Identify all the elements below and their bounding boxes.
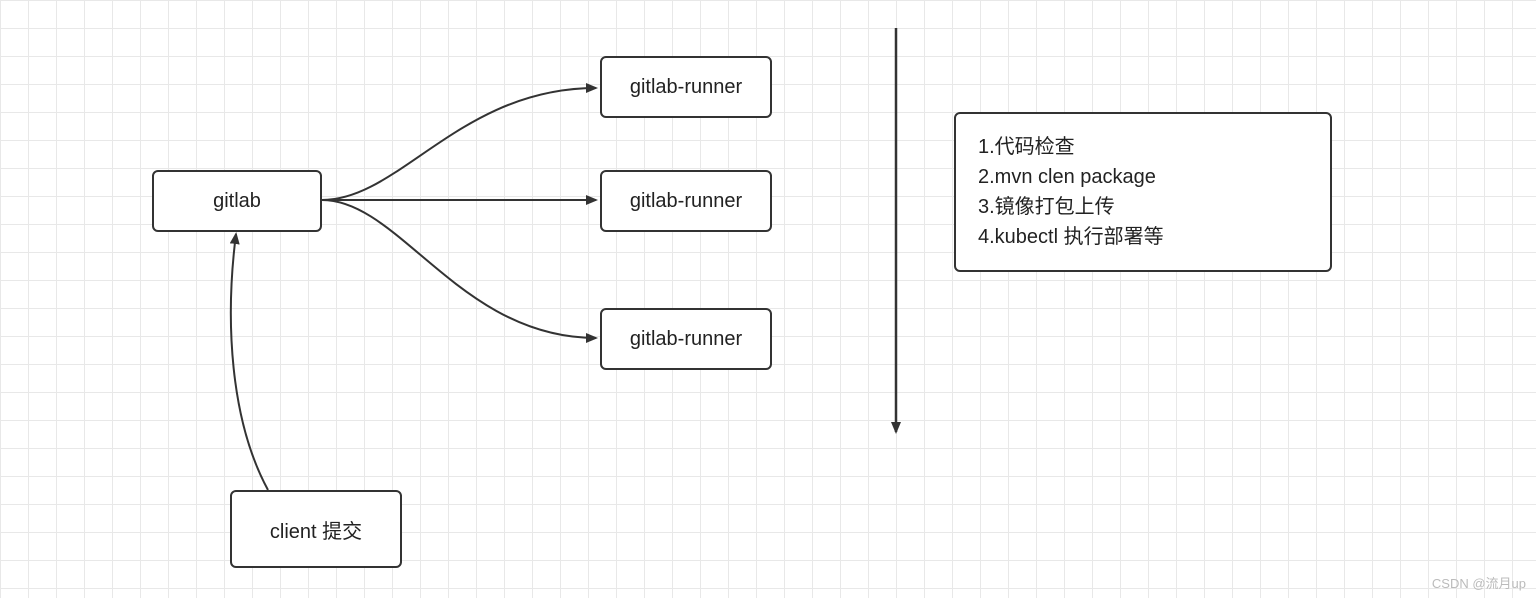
steps-box: 1.代码检查 2.mvn clen package 3.镜像打包上传 4.kub… [954,112,1332,272]
runner-node-2: gitlab-runner [600,170,772,232]
gitlab-label: gitlab [213,190,261,213]
step-4: 4.kubectl 执行部署等 [978,222,1308,252]
runner-node-3: gitlab-runner [600,308,772,370]
gitlab-node: gitlab [152,170,322,232]
step-2: 2.mvn clen package [978,162,1308,192]
step-3: 3.镜像打包上传 [978,192,1308,222]
runner-node-1: gitlab-runner [600,56,772,118]
runner3-label: gitlab-runner [630,328,742,351]
runner2-label: gitlab-runner [630,190,742,213]
client-node: client 提交 [230,490,402,568]
runner1-label: gitlab-runner [630,76,742,99]
client-label: client 提交 [270,515,362,544]
watermark: CSDN @流月up [1432,573,1526,592]
step-1: 1.代码检查 [978,132,1308,162]
